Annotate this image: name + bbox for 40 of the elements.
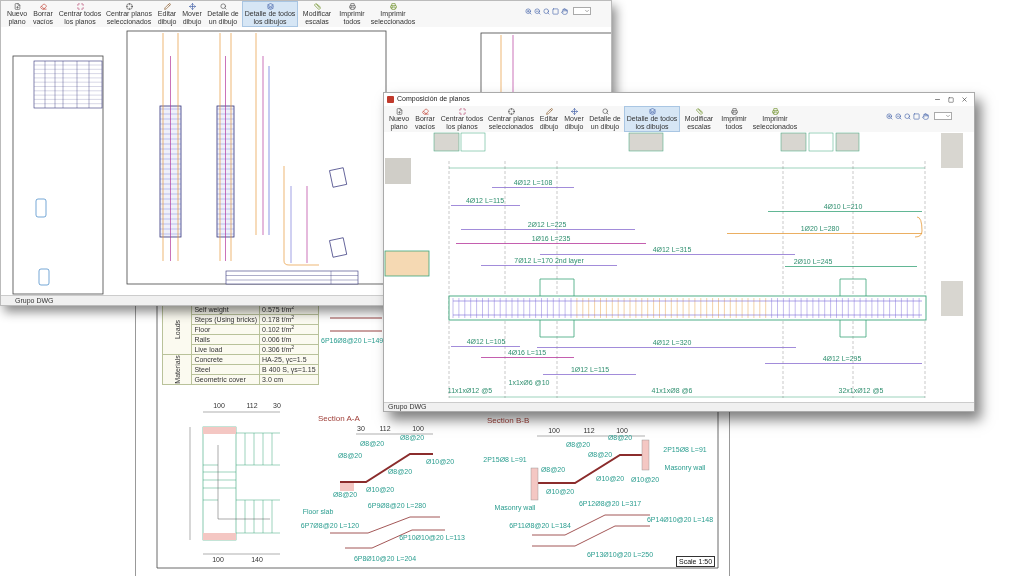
caret-icon — [584, 8, 590, 14]
printer-icon — [348, 3, 356, 10]
file-icon — [13, 3, 21, 10]
eraser-icon — [421, 108, 429, 115]
expand-icon — [76, 3, 84, 10]
printer-icon — [389, 3, 397, 10]
close-icon[interactable] — [961, 96, 968, 103]
pencil-icon — [545, 108, 553, 115]
search-icon[interactable] — [904, 112, 911, 120]
app-icon — [387, 96, 394, 103]
zoom-out-icon[interactable] — [534, 7, 541, 15]
caret-icon — [945, 113, 951, 119]
move-icon — [188, 3, 196, 10]
file-icon — [395, 108, 403, 115]
scale-dropdown[interactable] — [934, 112, 952, 120]
printer-icon — [771, 108, 779, 115]
window-icon[interactable] — [913, 112, 920, 120]
eraser-icon — [39, 3, 47, 10]
search-icon[interactable] — [543, 7, 550, 15]
scale-dropdown[interactable] — [573, 7, 591, 15]
hand-icon[interactable] — [922, 112, 929, 120]
expand-icon — [458, 108, 466, 115]
magnifier-icon — [601, 108, 609, 115]
minimize-icon[interactable] — [934, 96, 941, 103]
magnifier-icon — [219, 3, 227, 10]
crosshair-icon — [125, 3, 133, 10]
zoom-out-icon[interactable] — [895, 112, 902, 120]
ruler-icon — [695, 108, 703, 115]
maximize-icon[interactable] — [948, 96, 954, 103]
pencil-icon — [163, 3, 171, 10]
move-icon — [570, 108, 578, 115]
zoom-in-icon[interactable] — [525, 7, 532, 15]
hand-icon[interactable] — [561, 7, 568, 15]
section-title: Section B-B — [487, 416, 530, 425]
printer-icon — [730, 108, 738, 115]
window-icon[interactable] — [552, 7, 559, 15]
section-title: Section A-A — [318, 414, 360, 423]
zoom-in-icon[interactable] — [886, 112, 893, 120]
crosshair-icon — [507, 108, 515, 115]
ruler-icon — [313, 3, 321, 10]
